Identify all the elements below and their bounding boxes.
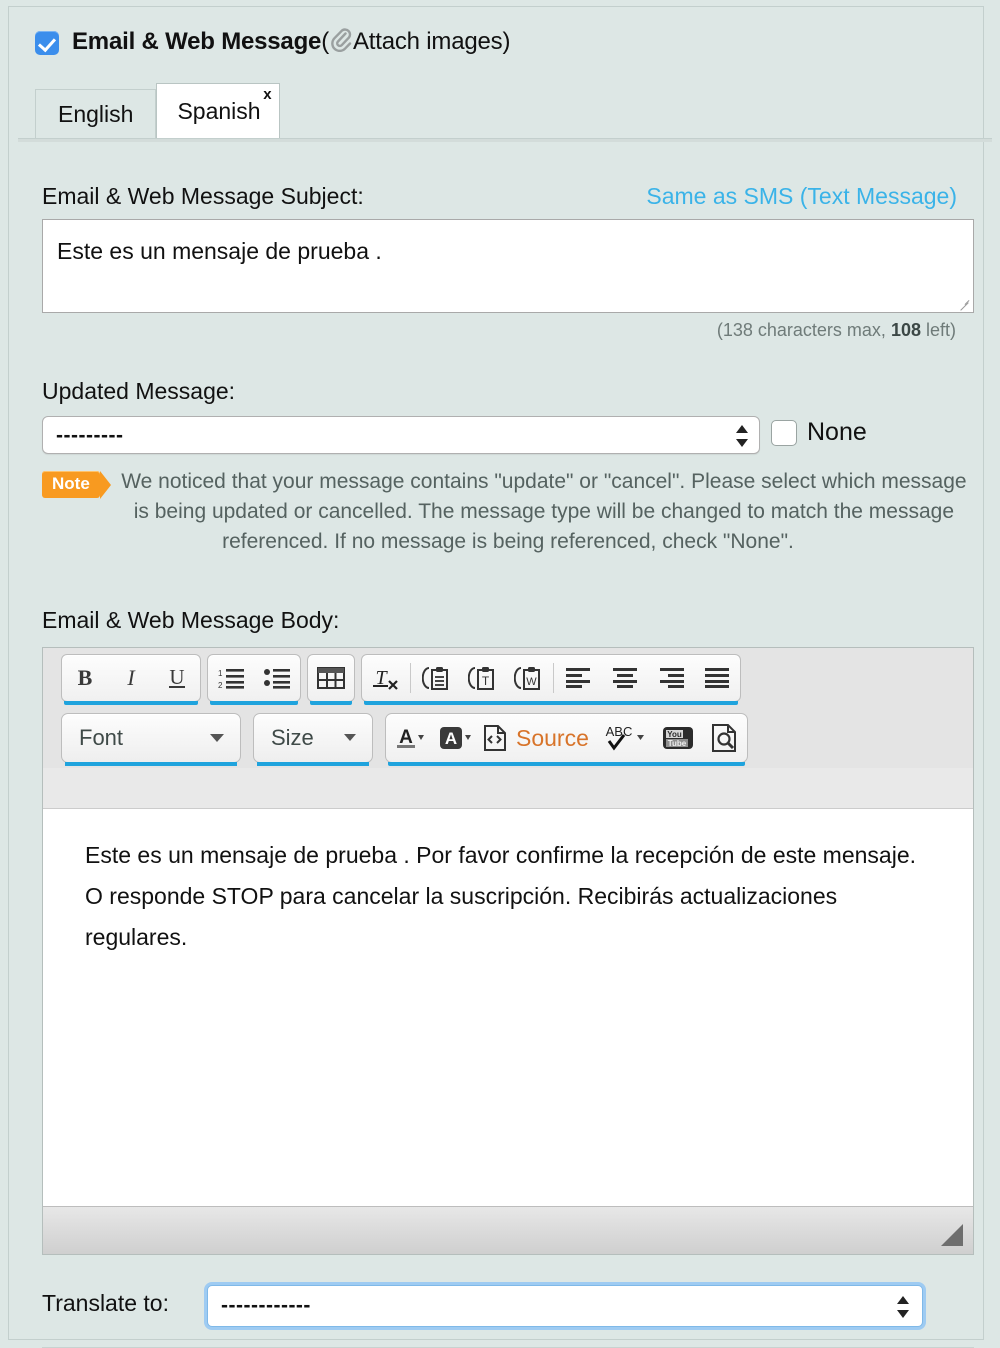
svg-text:T: T xyxy=(482,674,490,688)
svg-text:A: A xyxy=(445,729,457,748)
text-color-icon[interactable]: A xyxy=(386,715,432,761)
font-dropdown[interactable]: Font xyxy=(61,713,241,766)
panel-title-text: Email & Web Message xyxy=(72,28,322,55)
updated-message-label: Updated Message: xyxy=(42,378,236,404)
svg-text:I: I xyxy=(126,665,136,690)
svg-text:U: U xyxy=(169,665,184,689)
counter-prefix: (138 characters max, xyxy=(716,320,891,340)
paste-as-text-icon[interactable]: T xyxy=(459,655,505,701)
paren-open: ( xyxy=(321,28,329,55)
align-left-icon[interactable] xyxy=(556,655,602,701)
svg-text:1: 1 xyxy=(218,669,223,678)
editor-content-area[interactable]: Este es un mensaje de prueba . Por favor… xyxy=(43,808,973,1206)
paste-from-word-icon[interactable]: W xyxy=(505,655,551,701)
spellcheck-icon[interactable]: ABC xyxy=(599,715,655,761)
svg-text:2: 2 xyxy=(218,681,223,690)
font-dropdown-label: Font xyxy=(79,725,124,750)
toolbar-row-1: B I U 12 T T W xyxy=(43,654,973,707)
translate-stepper-icon xyxy=(897,1296,909,1318)
rich-text-editor: B I U 12 T T W Font Size A A Source ABC … xyxy=(42,647,974,1255)
toolbar-separator-2 xyxy=(553,663,554,693)
note-block: Note We noticed that your message contai… xyxy=(42,467,974,557)
editor-toolbar: B I U 12 T T W Font Size A A Source ABC … xyxy=(43,648,973,768)
note-text: We noticed that your message contains "u… xyxy=(121,470,967,553)
svg-text:You: You xyxy=(667,730,682,739)
body-label: Email & Web Message Body: xyxy=(42,607,340,633)
preview-icon[interactable] xyxy=(701,715,747,761)
remove-format-icon[interactable]: T xyxy=(362,655,408,701)
source-button[interactable]: Source xyxy=(512,715,599,761)
counter-left: 108 xyxy=(890,320,921,340)
source-code-icon[interactable] xyxy=(478,715,512,761)
bold-icon[interactable]: B xyxy=(62,655,108,701)
translate-to-label: Translate to: xyxy=(42,1290,169,1316)
attach-images-link[interactable]: Attach images xyxy=(353,28,503,55)
toolbar-separator xyxy=(410,663,411,693)
panel-title: Email & Web Message( Attach images) xyxy=(72,27,510,59)
note-badge: Note xyxy=(42,471,111,499)
select-stepper-icon xyxy=(736,425,748,447)
chevron-down-icon xyxy=(210,734,224,742)
svg-text:A: A xyxy=(399,727,413,748)
counter-suffix: left) xyxy=(920,320,956,340)
svg-text:Tube: Tube xyxy=(668,739,687,748)
toolbar-row-2: Font Size A A Source ABC You Tube xyxy=(43,707,973,768)
align-justify-icon[interactable] xyxy=(694,655,740,701)
tab-spanish-close-icon[interactable]: x xyxy=(263,87,271,102)
youtube-icon[interactable]: You Tube xyxy=(655,715,701,761)
size-dropdown[interactable]: Size xyxy=(253,713,373,766)
editor-body-text: Este es un mensaje de prueba . Por favor… xyxy=(85,842,917,950)
color-source-group: A A Source ABC You Tube xyxy=(385,713,748,766)
paperclip-icon xyxy=(330,27,352,59)
translate-to-value: ------------ xyxy=(221,1294,311,1317)
editor-resize-grip[interactable] xyxy=(941,1224,963,1246)
clipboard-group: T T W xyxy=(361,654,741,705)
updated-message-select[interactable]: --------- xyxy=(42,416,760,454)
svg-text:B: B xyxy=(78,665,93,690)
tab-spanish[interactable]: Spanish x xyxy=(156,83,280,139)
list-group: 12 xyxy=(207,654,301,705)
none-checkbox[interactable] xyxy=(771,420,797,446)
underline-icon[interactable]: U xyxy=(154,655,200,701)
same-as-sms-link[interactable]: Same as SMS (Text Message) xyxy=(646,183,957,210)
email-web-message-panel: Email & Web Message( Attach images) Engli… xyxy=(8,6,992,1348)
paren-close: ) xyxy=(502,28,511,55)
translate-to-select[interactable]: ------------ xyxy=(207,1285,923,1327)
textarea-resize-grip[interactable] xyxy=(958,298,970,310)
align-center-icon[interactable] xyxy=(602,655,648,701)
tabstrip-shadow xyxy=(18,139,992,142)
table-group xyxy=(307,654,355,705)
table-icon[interactable] xyxy=(308,655,354,701)
language-tabs: English Spanish x xyxy=(35,83,280,139)
subject-label: Email & Web Message Subject: xyxy=(42,183,364,209)
svg-text:W: W xyxy=(526,676,537,688)
updated-message-value: --------- xyxy=(56,424,124,447)
bulleted-list-icon[interactable] xyxy=(254,655,300,701)
editor-status-bar xyxy=(43,1206,973,1254)
subject-value: Este es un mensaje de prueba . xyxy=(57,238,382,264)
chevron-down-icon-2 xyxy=(344,734,356,741)
align-right-icon[interactable] xyxy=(648,655,694,701)
none-label: None xyxy=(807,418,867,446)
basic-styles-group: B I U xyxy=(61,654,201,705)
tab-english-label: English xyxy=(58,101,134,127)
paste-icon[interactable] xyxy=(413,655,459,701)
panel-header: Email & Web Message( Attach images) xyxy=(35,27,510,59)
enable-email-web-message-checkbox[interactable] xyxy=(35,31,59,55)
svg-text:ABC: ABC xyxy=(606,724,633,739)
tab-spanish-label: Spanish xyxy=(177,98,261,124)
background-color-icon[interactable]: A xyxy=(432,715,478,761)
character-counter: (138 characters max, 108 left) xyxy=(717,320,956,341)
italic-icon[interactable]: I xyxy=(108,655,154,701)
tab-english[interactable]: English xyxy=(35,89,157,139)
size-dropdown-label: Size xyxy=(271,725,314,750)
subject-textarea[interactable]: Este es un mensaje de prueba . xyxy=(42,219,974,313)
numbered-list-icon[interactable]: 12 xyxy=(208,655,254,701)
source-label: Source xyxy=(516,724,589,751)
